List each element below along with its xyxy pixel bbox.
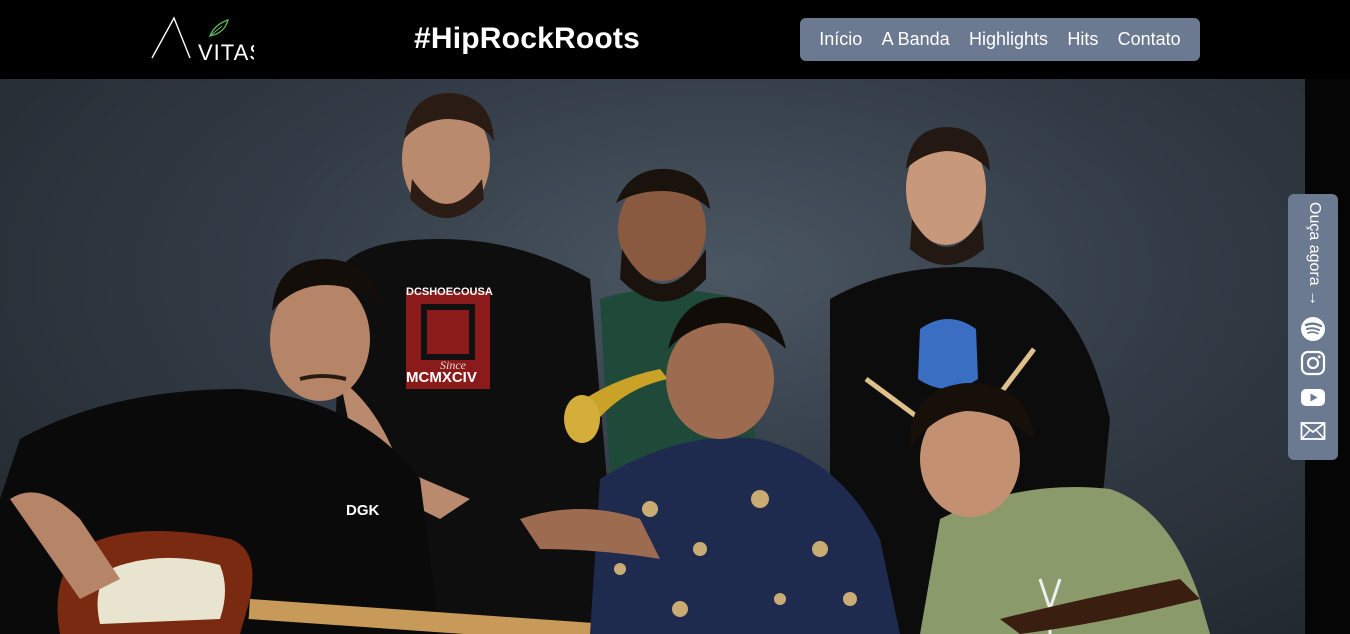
- shirt-year-text: MCMXCIV: [406, 369, 477, 386]
- streaming-links: [1288, 316, 1338, 452]
- band-illustration: DCSHOECOUSA Since MCMXCIV DGK: [0, 93, 1210, 634]
- site-header: VITAS #HipRockRoots Início A Banda Highl…: [0, 0, 1350, 79]
- spotify-icon[interactable]: [1300, 316, 1326, 342]
- shirt-brand-text: DCSHOECOUSA: [406, 286, 493, 298]
- mail-icon[interactable]: [1300, 418, 1326, 444]
- shirt-dgk-text: DGK: [346, 502, 380, 519]
- listen-now-panel: Ouça agora →: [1288, 194, 1338, 460]
- nav-highlights[interactable]: Highlights: [969, 29, 1048, 50]
- arrow-right-icon: →: [1306, 290, 1323, 307]
- nav-contato[interactable]: Contato: [1118, 29, 1181, 50]
- logo-text: VITAS: [198, 40, 254, 64]
- nav-a-banda[interactable]: A Banda: [882, 29, 950, 50]
- listen-now-text: Ouça agora: [1306, 202, 1323, 286]
- listen-now-label[interactable]: Ouça agora →: [1305, 202, 1323, 306]
- nav-inicio[interactable]: Início: [819, 29, 862, 50]
- youtube-icon[interactable]: [1300, 384, 1326, 410]
- vitas-logo[interactable]: VITAS: [150, 14, 254, 64]
- instagram-icon[interactable]: [1300, 350, 1326, 376]
- nav-hits[interactable]: Hits: [1067, 29, 1098, 50]
- tagline: #HipRockRoots: [414, 22, 640, 55]
- band-photo: DCSHOECOUSA Since MCMXCIV DGK: [0, 79, 1305, 634]
- main-nav: Início A Banda Highlights Hits Contato: [800, 18, 1200, 61]
